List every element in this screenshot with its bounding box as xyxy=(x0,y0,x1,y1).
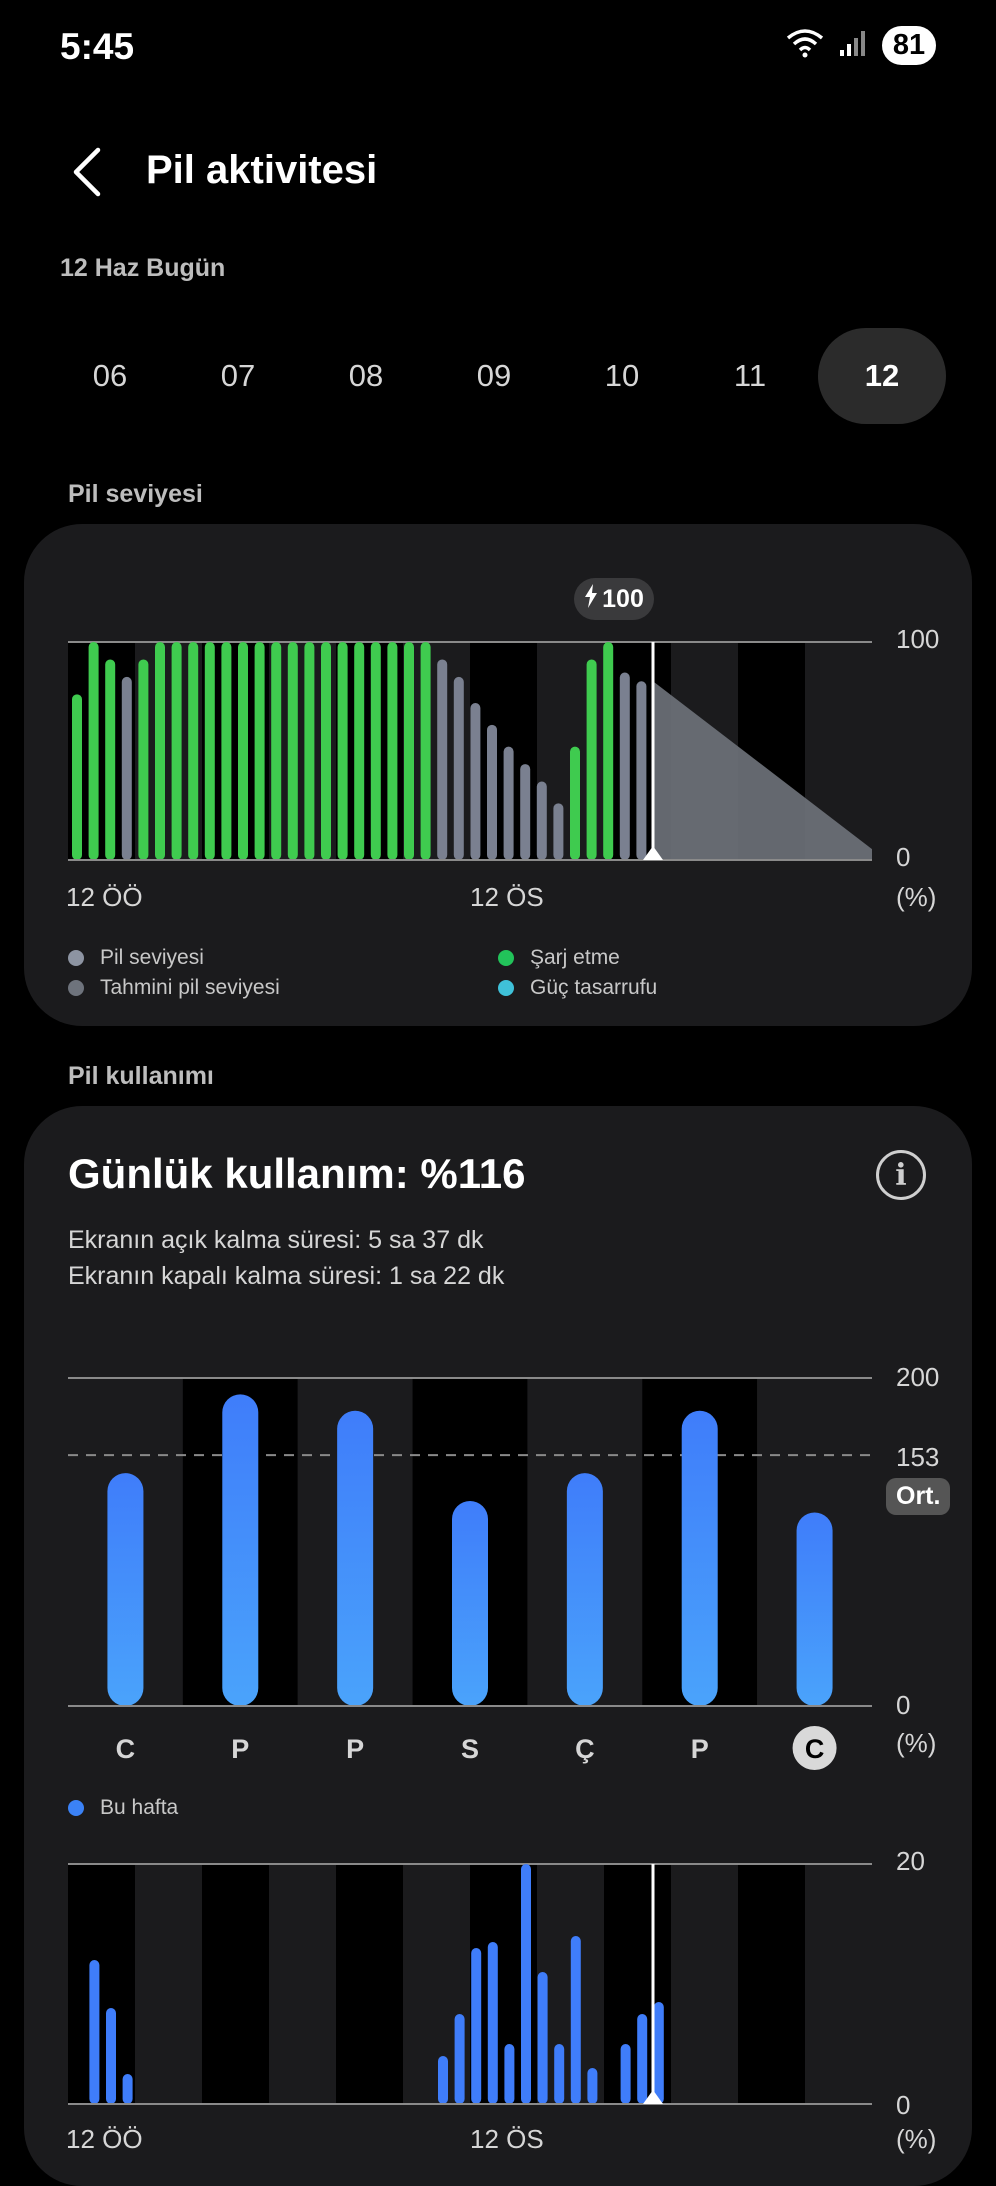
hourly-bg-column xyxy=(202,1864,269,2104)
hourly-usage-bar xyxy=(587,2068,598,2104)
hourly-usage-bar xyxy=(454,2014,465,2104)
daily-usage-bar xyxy=(107,1473,144,1706)
hourly-usage-bar xyxy=(89,1960,100,2104)
usage-y-avg: 153 xyxy=(896,1442,940,1472)
daily-usage-bar xyxy=(796,1512,833,1706)
daily-usage-chart: CPPSÇPC xyxy=(68,1377,872,2105)
usage-y-bottom: 0 xyxy=(896,1690,911,1720)
daily-usage-bar xyxy=(681,1410,718,1706)
hourly-bg-column xyxy=(135,1864,202,2104)
hourly-usage-bar xyxy=(537,1972,548,2104)
hourly-bg-column xyxy=(336,1864,403,2104)
average-badge: Ort. xyxy=(886,1478,951,1515)
hourly-y-top: 20 xyxy=(896,1846,925,1876)
hourly-usage-bar xyxy=(521,1864,531,2104)
usage-y-top: 200 xyxy=(896,1362,940,1392)
weekday-label: P xyxy=(346,1734,364,1764)
hourly-bg-column xyxy=(269,1864,336,2104)
weekday-label: C xyxy=(805,1734,825,1764)
daily-usage-bar xyxy=(452,1501,488,1706)
hourly-usage-bar xyxy=(637,2014,648,2104)
daily-usage-bar xyxy=(566,1473,603,1706)
hourly-usage-bar xyxy=(122,2074,133,2104)
weekday-label: P xyxy=(691,1734,709,1764)
daily-usage-bar xyxy=(222,1394,259,1706)
legend-label: Bu hafta xyxy=(100,1796,179,1819)
hourly-usage-bar xyxy=(438,2056,448,2104)
hourly-usage-bar xyxy=(106,2008,116,2104)
hourly-bg-column xyxy=(68,1864,135,2104)
hourly-usage-bar xyxy=(570,1936,581,2104)
hourly-bg-column xyxy=(805,1864,872,2104)
legend-this-week: Bu hafta xyxy=(68,1796,178,1820)
hourly-x-start: 12 ÖÖ xyxy=(66,2124,143,2154)
hourly-usage-bar xyxy=(620,2044,631,2104)
weekday-label: C xyxy=(116,1734,136,1764)
hourly-usage-bar xyxy=(504,2044,515,2104)
usage-y-unit: (%) xyxy=(896,1728,937,1758)
hourly-usage-bar xyxy=(487,1942,498,2104)
weekday-label: Ç xyxy=(575,1734,595,1764)
legend-dot xyxy=(68,1800,84,1816)
hourly-usage-bar xyxy=(554,2044,565,2104)
hourly-usage-bar xyxy=(471,1948,482,2104)
hourly-bg-column xyxy=(738,1864,805,2104)
hourly-x-mid: 12 ÖS xyxy=(470,2124,544,2154)
daily-usage-bar xyxy=(337,1410,374,1706)
weekday-label: S xyxy=(461,1734,479,1764)
hourly-bg-column xyxy=(671,1864,738,2104)
hourly-y-unit: (%) xyxy=(896,2124,937,2154)
hourly-y-bottom: 0 xyxy=(896,2090,911,2120)
weekday-label: P xyxy=(231,1734,249,1764)
hourly-usage-bar xyxy=(653,2002,664,2104)
